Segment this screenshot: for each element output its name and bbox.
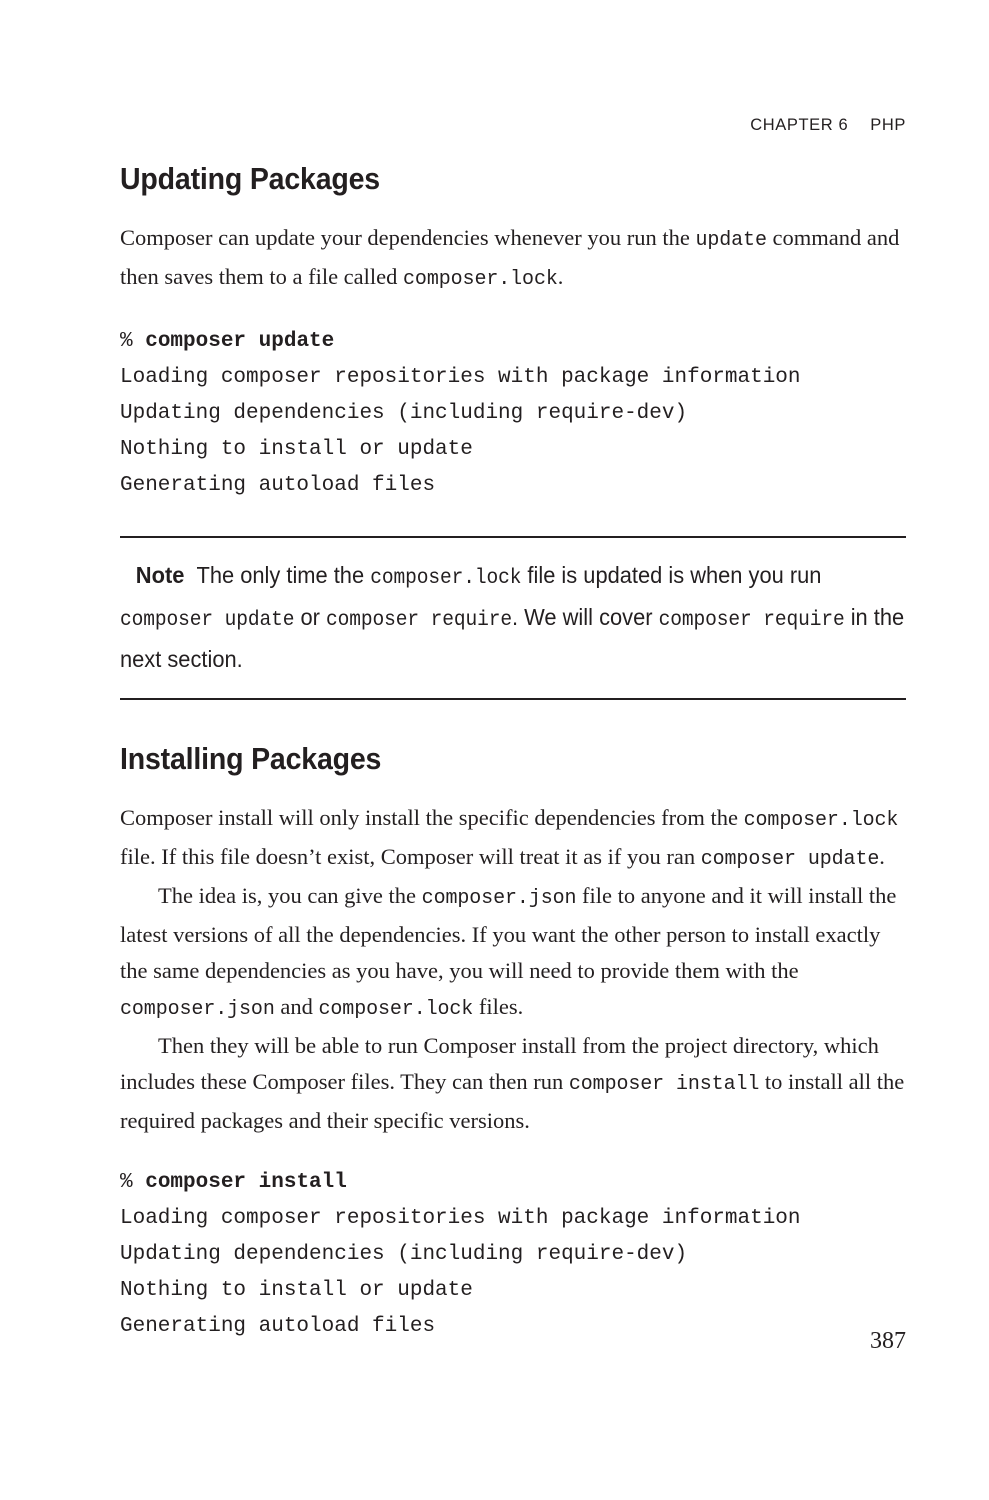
inline-code-composer-update: composer update — [120, 609, 295, 632]
note-body: Note The only time the composer.lock file… — [120, 556, 906, 678]
text-run: The idea is, you can give the — [158, 883, 422, 908]
code-output-line: Nothing to install or update — [120, 1279, 473, 1302]
code-output-line: Updating dependencies (including require… — [120, 1243, 688, 1266]
shell-command: composer install — [145, 1171, 347, 1194]
text-run: file. If this file doesn’t exist, Compos… — [120, 844, 701, 869]
text-run: . — [879, 844, 885, 869]
code-output-line: Updating dependencies (including require… — [120, 402, 688, 425]
note-label: Note — [135, 562, 185, 588]
note-callout: Note The only time the composer.lock file… — [120, 536, 906, 700]
inline-code-composer-lock: composer.lock — [370, 567, 522, 590]
inline-code-composer-json: composer.json — [120, 998, 275, 1021]
inline-code-update: update — [695, 229, 767, 252]
text-run: or — [294, 604, 326, 630]
text-run: files. — [473, 994, 524, 1019]
text-run: Composer can update your dependencies wh… — [120, 225, 696, 250]
running-head-topic: PHP — [870, 116, 906, 134]
running-head: CHAPTER 6 PHP — [120, 116, 906, 135]
section-heading-updating-packages: Updating Packages — [120, 161, 380, 196]
inline-code-composer-json: composer.json — [421, 887, 577, 910]
paragraph-composer-json-idea: The idea is, you can give the composer.j… — [120, 878, 906, 1028]
code-block-composer-install: % composer install Loading composer repos… — [120, 1165, 906, 1345]
text-run: and — [274, 994, 319, 1019]
page-content: Updating Packages Composer can update yo… — [120, 160, 906, 1345]
inline-code-composer-lock: composer.lock — [318, 998, 474, 1021]
inline-code-composer-require: composer require — [658, 609, 845, 632]
shell-command: composer update — [145, 330, 335, 353]
code-command-line: % composer update — [120, 324, 906, 360]
section-heading-installing-packages: Installing Packages — [120, 741, 382, 776]
paragraph-installing-intro: Composer install will only install the s… — [120, 800, 906, 878]
shell-prompt-symbol: % — [120, 1171, 133, 1194]
inline-code-composer-require: composer require — [325, 609, 513, 632]
text-run: The only time the — [196, 562, 371, 588]
text-run: Composer install will only install the s… — [120, 805, 744, 830]
code-block-composer-update: % composer update Loading composer reposi… — [120, 324, 906, 504]
code-output-line: Nothing to install or update — [120, 438, 473, 461]
running-head-chapter: CHAPTER 6 — [750, 116, 849, 134]
code-command-line: % composer install — [120, 1165, 906, 1201]
paragraph-run-composer-install: Then they will be able to run Composer i… — [120, 1028, 906, 1139]
text-run: . — [557, 264, 564, 289]
code-output-line: Loading composer repositories with packa… — [120, 366, 801, 389]
book-page: CHAPTER 6 PHP Updating Packages Composer … — [0, 0, 989, 1500]
code-output-line: Loading composer repositories with packa… — [120, 1207, 801, 1230]
text-run: . We will cover — [512, 604, 659, 630]
shell-prompt-symbol: % — [120, 330, 133, 353]
code-output-line: Generating autoload files — [120, 474, 436, 497]
paragraph-updating-intro: Composer can update your dependencies wh… — [120, 220, 906, 298]
inline-code-composer-lock: composer.lock — [403, 268, 558, 291]
page-number: 387 — [870, 1328, 906, 1354]
inline-code-composer-install: composer install — [568, 1073, 760, 1096]
inline-code-composer-update: composer update — [700, 848, 880, 871]
inline-code-composer-lock: composer.lock — [743, 809, 899, 832]
text-run: file is updated is when you run — [521, 562, 822, 588]
